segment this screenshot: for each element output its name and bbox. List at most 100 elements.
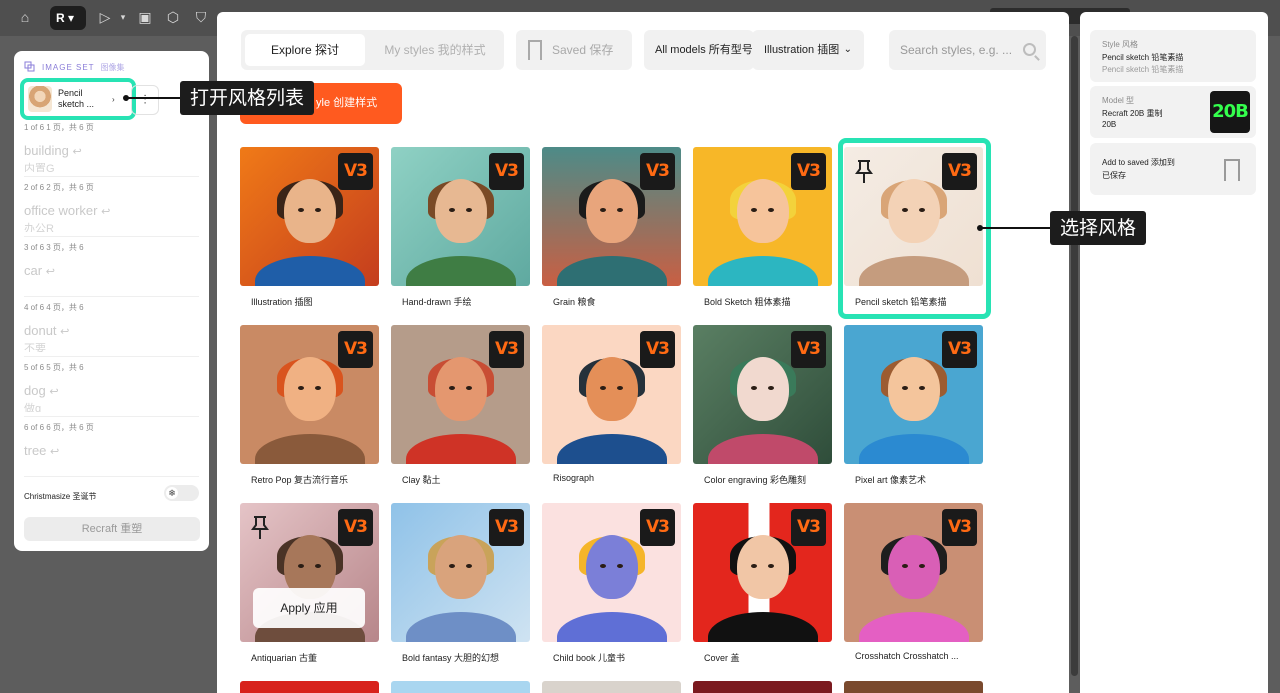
christmasize-toggle[interactable]: ❄	[164, 485, 199, 501]
preview-shoulders	[707, 434, 818, 464]
apply-button[interactable]: Apply 应用	[253, 588, 365, 628]
style-card-label: Bold fantasy 大胆的幻想	[402, 653, 500, 663]
return-icon: ↩	[101, 206, 111, 218]
prompt-item[interactable]: 3 of 6 3 页，共 6 car ↩	[24, 242, 199, 297]
style-card[interactable]: V3 Color engraving 彩色雕刻	[693, 325, 832, 485]
preview-eye	[465, 208, 472, 213]
style-card[interactable]: V3 Pixel art 像素艺术	[844, 325, 983, 485]
style-card[interactable]: V3 Retro Pop 复古流行音乐	[240, 325, 379, 485]
chevron-right-icon: ›	[112, 94, 115, 104]
prompt-item[interactable]: 1 of 6 1 页，共 6 页 building ↩ 内置G	[24, 122, 199, 177]
bookmark-icon	[1224, 159, 1240, 181]
style-selector-chip[interactable]: Pencil sketch ... ›	[20, 78, 136, 120]
style-preview-image: V3	[391, 325, 530, 464]
chevron-down-icon[interactable]: ▾	[114, 8, 132, 26]
style-preview-image	[844, 681, 983, 693]
style-card[interactable]	[240, 681, 379, 693]
logo-menu[interactable]: R ▾	[50, 6, 86, 30]
preview-shoulders	[858, 612, 969, 642]
preview-eye	[616, 386, 623, 391]
style-search-input[interactable]: Search styles, e.g. ...	[889, 30, 1046, 70]
preview-face	[585, 178, 638, 243]
style-card[interactable]: V3 Illustration 插图	[240, 147, 379, 307]
style-preview-image: V3	[693, 325, 832, 464]
tab-my-styles[interactable]: My styles 我的样式	[371, 34, 499, 66]
v3-badge: V3	[791, 331, 826, 368]
return-icon: ↩	[60, 326, 70, 338]
image-icon[interactable]: ▣	[136, 8, 154, 26]
style-preview-image: V3	[693, 147, 832, 286]
model-info-box[interactable]: Model 型 Recraft 20B 重制 20B 20B	[1090, 86, 1256, 138]
add-to-saved-button[interactable]: Add to saved 添加到 已保存	[1090, 143, 1256, 195]
style-card[interactable]: V3 Cover 盖	[693, 503, 832, 663]
style-details-panel: Style 风格 Pencil sketch 铅笔素描 Pencil sketc…	[1080, 12, 1268, 693]
prompt-item[interactable]: 2 of 6 2 页，共 6 页 office worker ↩ 办公R	[24, 182, 199, 237]
image-set-title: IMAGE SET	[42, 62, 95, 72]
prompt-meta: 3 of 6 3 页，共 6	[24, 243, 84, 252]
prompt-text[interactable]: dog ↩	[24, 383, 199, 398]
style-card[interactable]: V3 Child book 儿童书	[542, 503, 681, 663]
style-chip-label: Pencil sketch ...	[58, 88, 95, 109]
style-card-label: Color engraving 彩色雕刻	[704, 475, 807, 485]
shirt-icon[interactable]: ⛉	[192, 8, 210, 26]
style-card-label: Clay 黏土	[402, 475, 441, 485]
pin-icon[interactable]	[250, 515, 270, 541]
style-card[interactable]	[391, 681, 530, 693]
style-preview-image: V3	[542, 147, 681, 286]
return-icon: ↩	[72, 146, 82, 158]
prompt-item[interactable]: 4 of 6 4 页，共 6 donut ↩ 不要	[24, 302, 199, 357]
preview-eye	[314, 208, 321, 213]
prompt-item[interactable]: 6 of 6 6 页，共 6 页 tree ↩	[24, 422, 199, 477]
saved-label: Saved 保存	[552, 43, 614, 57]
prompt-text[interactable]: donut ↩	[24, 323, 199, 338]
modal-scrollbar[interactable]	[1071, 36, 1078, 676]
prompt-text[interactable]: tree ↩	[24, 443, 199, 458]
prompt-meta: 6 of 6 6 页，共 6 页	[24, 423, 94, 432]
tab-explore[interactable]: Explore 探讨	[245, 34, 365, 66]
adjust-sliders-button[interactable]: ⫶	[131, 85, 159, 115]
all-models-dropdown[interactable]: All models 所有型号	[644, 30, 754, 70]
style-card[interactable]: V3 Clay 黏土	[391, 325, 530, 485]
preview-eye	[918, 386, 925, 391]
style-info-box[interactable]: Style 风格 Pencil sketch 铅笔素描 Pencil sketc…	[1090, 30, 1256, 82]
style-card[interactable]	[542, 681, 681, 693]
v3-badge: V3	[489, 509, 524, 546]
style-thumbnail	[28, 86, 52, 112]
prompt-text[interactable]: car ↩	[24, 263, 199, 278]
v3-badge: V3	[791, 153, 826, 190]
preview-face	[736, 178, 789, 243]
style-card[interactable]	[693, 681, 832, 693]
style-preview-image: V3	[391, 503, 530, 642]
prompt-text[interactable]: office worker ↩	[24, 203, 199, 218]
style-preview-image: V3	[391, 147, 530, 286]
style-preview-image	[542, 681, 681, 693]
preview-face	[434, 534, 487, 599]
style-card[interactable]	[844, 681, 983, 693]
divider	[24, 296, 199, 297]
callout-select-style: 选择风格	[1050, 211, 1147, 245]
style-card[interactable]: V3 Bold Sketch 粗体素描	[693, 147, 832, 307]
saved-button[interactable]: Saved 保存	[516, 30, 632, 70]
style-card[interactable]: V3 Hand-drawn 手绘	[391, 147, 530, 307]
preview-face	[585, 534, 638, 599]
bookmark-icon	[528, 40, 542, 60]
style-card[interactable]: V3 Crosshatch Crosshatch ...	[844, 503, 983, 661]
style-card[interactable]: V3 Risograph	[542, 325, 681, 483]
style-card[interactable]: V3 Bold fantasy 大胆的幻想	[391, 503, 530, 663]
category-dropdown[interactable]: Illustration 插图 ⌄	[752, 30, 864, 70]
image-set-header: IMAGE SET 图像集	[24, 61, 125, 73]
preview-shoulders	[556, 434, 667, 464]
home-icon[interactable]: ⌂	[16, 8, 34, 26]
style-card[interactable]: V3 Grain 粮食	[542, 147, 681, 307]
vector-icon[interactable]: ⬡	[164, 8, 182, 26]
prompt-item[interactable]: 5 of 6 5 页，共 6 dog ↩ 做g	[24, 362, 199, 417]
recraft-button[interactable]: Recraft 重塑	[24, 517, 200, 541]
select-tool-icon[interactable]: ▷	[96, 8, 114, 26]
preview-face	[736, 356, 789, 421]
preview-shoulders	[556, 256, 667, 286]
v3-badge: V3	[640, 509, 675, 546]
preview-face	[736, 534, 789, 599]
image-set-title-cn: 图像集	[100, 62, 125, 72]
prompt-text[interactable]: building ↩	[24, 143, 199, 158]
selected-style-highlight	[838, 138, 991, 319]
